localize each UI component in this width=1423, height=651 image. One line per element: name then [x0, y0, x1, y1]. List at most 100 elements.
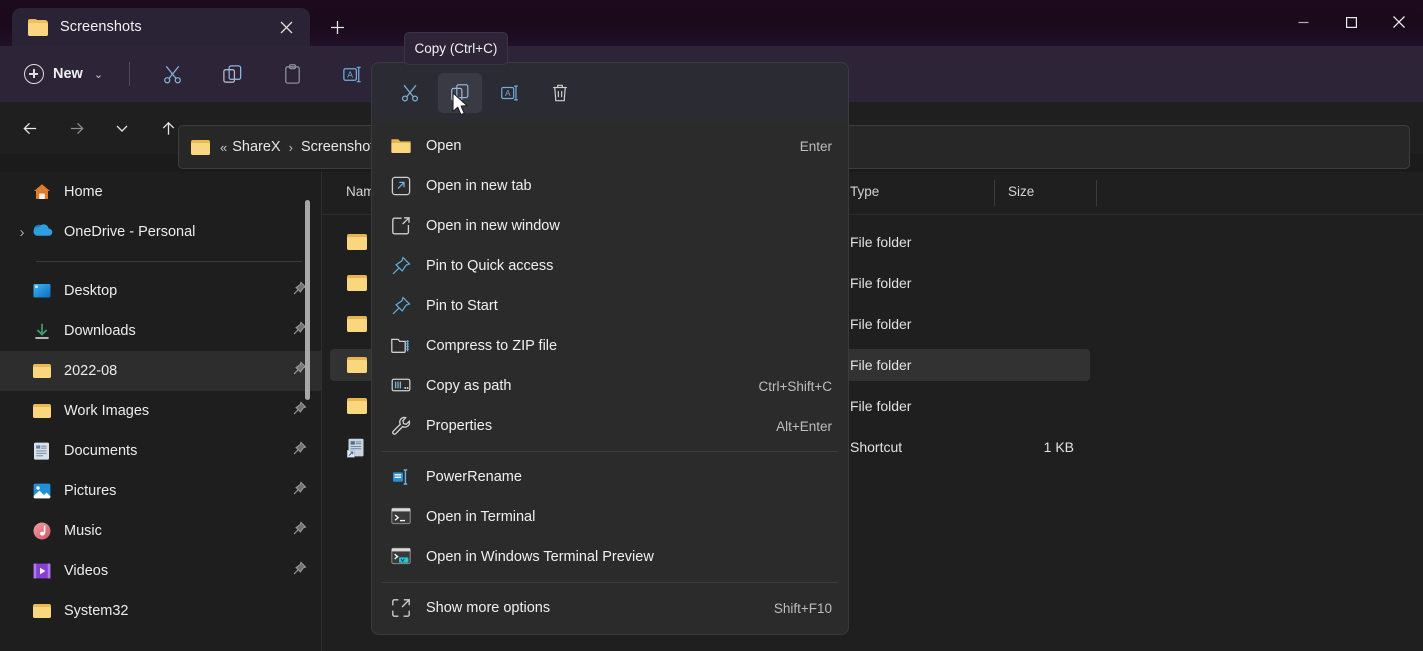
minimize-button[interactable] [1279, 0, 1327, 44]
sidebar-item-label: Home [64, 184, 292, 200]
sidebar-item-label: Documents [64, 443, 292, 459]
column-header-type[interactable]: Type [850, 184, 879, 199]
folder-icon [32, 401, 52, 421]
menu-item-open-in-new-tab[interactable]: Open in new tab [372, 166, 848, 206]
sidebar-scrollbar-thumb[interactable] [305, 200, 310, 400]
sidebar-item-music[interactable]: Music [0, 511, 322, 551]
close-tab-icon[interactable] [272, 14, 300, 40]
folder-icon [346, 274, 368, 292]
file-explorer-window: Screenshots New ⌄ [0, 0, 1423, 651]
maximize-button[interactable] [1327, 0, 1375, 44]
rename-icon[interactable]: A [488, 73, 532, 113]
svg-text:A: A [347, 69, 353, 79]
sidebar-item-2022-08[interactable]: 2022-08 [0, 351, 322, 391]
sidebar-item-label: Pictures [64, 483, 292, 499]
menu-item-pin-to-quick-access[interactable]: Pin to Quick access [372, 246, 848, 286]
close-button[interactable] [1375, 0, 1423, 44]
sidebar-item-label: Downloads [64, 323, 292, 339]
sidebar-item-documents[interactable]: Documents [0, 431, 322, 471]
breadcrumb-item-sharex[interactable]: ShareX [232, 139, 280, 155]
menu-item-pin-to-start[interactable]: Pin to Start [372, 286, 848, 326]
menu-item-open[interactable]: OpenEnter [372, 126, 848, 166]
cell-type: File folder [850, 357, 911, 373]
powerrename-icon [390, 466, 412, 488]
mouse-cursor [452, 92, 471, 123]
menu-item-powerrename[interactable]: PowerRename [372, 457, 848, 497]
context-menu-toolbar: A [371, 62, 849, 122]
cell-type: Shortcut [850, 439, 902, 455]
menu-item-label: Open in Terminal [426, 509, 832, 525]
breadcrumb-overflow-icon[interactable]: « [220, 140, 226, 155]
pin-icon[interactable] [292, 481, 308, 501]
menu-item-show-more-options[interactable]: Show more optionsShift+F10 [372, 588, 848, 628]
column-divider[interactable] [994, 180, 995, 206]
menu-item-label: Copy as path [426, 378, 758, 394]
context-menu-list: OpenEnterOpen in new tabOpen in new wind… [371, 122, 849, 635]
terminal-icon [390, 506, 412, 528]
home-icon [32, 182, 52, 202]
pin-icon [390, 255, 412, 277]
menu-item-shortcut: Shift+F10 [774, 601, 832, 616]
sidebar-item-system32[interactable]: System32 [0, 591, 322, 631]
back-button[interactable] [12, 110, 48, 146]
sidebar-item-label: Videos [64, 563, 292, 579]
sidebar-item-onedrive-personal[interactable]: ›OneDrive - Personal [0, 212, 322, 252]
tab-label: Screenshots [60, 19, 272, 35]
chevron-right-icon[interactable]: › [12, 224, 32, 241]
title-bar: Screenshots [0, 0, 1423, 46]
menu-item-label: Open [426, 138, 800, 154]
sidebar-item-label: 2022-08 [64, 363, 292, 379]
svg-text:A: A [505, 88, 511, 97]
menu-item-label: Show more options [426, 600, 774, 616]
shortcut-icon [346, 438, 368, 456]
paste-icon[interactable] [272, 56, 312, 92]
copy-icon[interactable] [212, 56, 252, 92]
window-controls [1279, 0, 1423, 44]
browser-tab-screenshots[interactable]: Screenshots [12, 8, 310, 46]
zip-icon [390, 335, 412, 357]
menu-item-compress-to-zip-file[interactable]: Compress to ZIP file [372, 326, 848, 366]
sidebar-item-downloads[interactable]: Downloads [0, 311, 322, 351]
sidebar-item-work-images[interactable]: Work Images [0, 391, 322, 431]
pin-icon[interactable] [292, 401, 308, 421]
tooltip: Copy (Ctrl+C) [404, 32, 508, 65]
sidebar-item-videos[interactable]: Videos [0, 551, 322, 591]
column-divider[interactable] [1096, 180, 1097, 206]
copy-path-icon [390, 375, 412, 397]
plus-circle-icon [24, 64, 44, 84]
chevron-down-icon: ⌄ [94, 68, 103, 81]
folder-icon [191, 139, 210, 155]
desktop-icon [32, 281, 52, 301]
pin-icon[interactable] [292, 561, 308, 581]
new-tab-button[interactable] [320, 11, 354, 43]
cut-icon[interactable] [152, 56, 192, 92]
forward-button[interactable] [58, 110, 94, 146]
menu-item-open-in-new-window[interactable]: Open in new window [372, 206, 848, 246]
cell-size: 1 KB [1022, 439, 1074, 455]
recent-locations-button[interactable] [104, 110, 140, 146]
onedrive-icon [32, 222, 52, 242]
rename-icon[interactable]: A [332, 56, 372, 92]
sidebar-separator [36, 261, 302, 262]
folder-icon [32, 361, 52, 381]
menu-item-properties[interactable]: PropertiesAlt+Enter [372, 406, 848, 446]
menu-item-copy-as-path[interactable]: Copy as pathCtrl+Shift+C [372, 366, 848, 406]
menu-item-open-in-terminal[interactable]: Open in Terminal [372, 497, 848, 537]
cut-icon[interactable] [388, 73, 432, 113]
menu-item-label: Properties [426, 418, 776, 434]
pictures-icon [32, 481, 52, 501]
sidebar-item-pictures[interactable]: Pictures [0, 471, 322, 511]
music-icon [32, 521, 52, 541]
sidebar-item-home[interactable]: Home [0, 172, 322, 212]
menu-item-open-in-windows-terminal-preview[interactable]: Open in Windows Terminal Preview [372, 537, 848, 577]
tooltip-text: Copy (Ctrl+C) [415, 41, 498, 56]
sidebar-item-desktop[interactable]: Desktop [0, 271, 322, 311]
cell-type: File folder [850, 398, 911, 414]
breadcrumb-item-screenshot[interactable]: Screenshot [301, 139, 374, 155]
column-header-size[interactable]: Size [1008, 184, 1034, 199]
new-button[interactable]: New ⌄ [18, 57, 113, 91]
pin-icon[interactable] [292, 521, 308, 541]
menu-item-label: PowerRename [426, 469, 832, 485]
delete-icon[interactable] [538, 73, 582, 113]
pin-icon[interactable] [292, 441, 308, 461]
